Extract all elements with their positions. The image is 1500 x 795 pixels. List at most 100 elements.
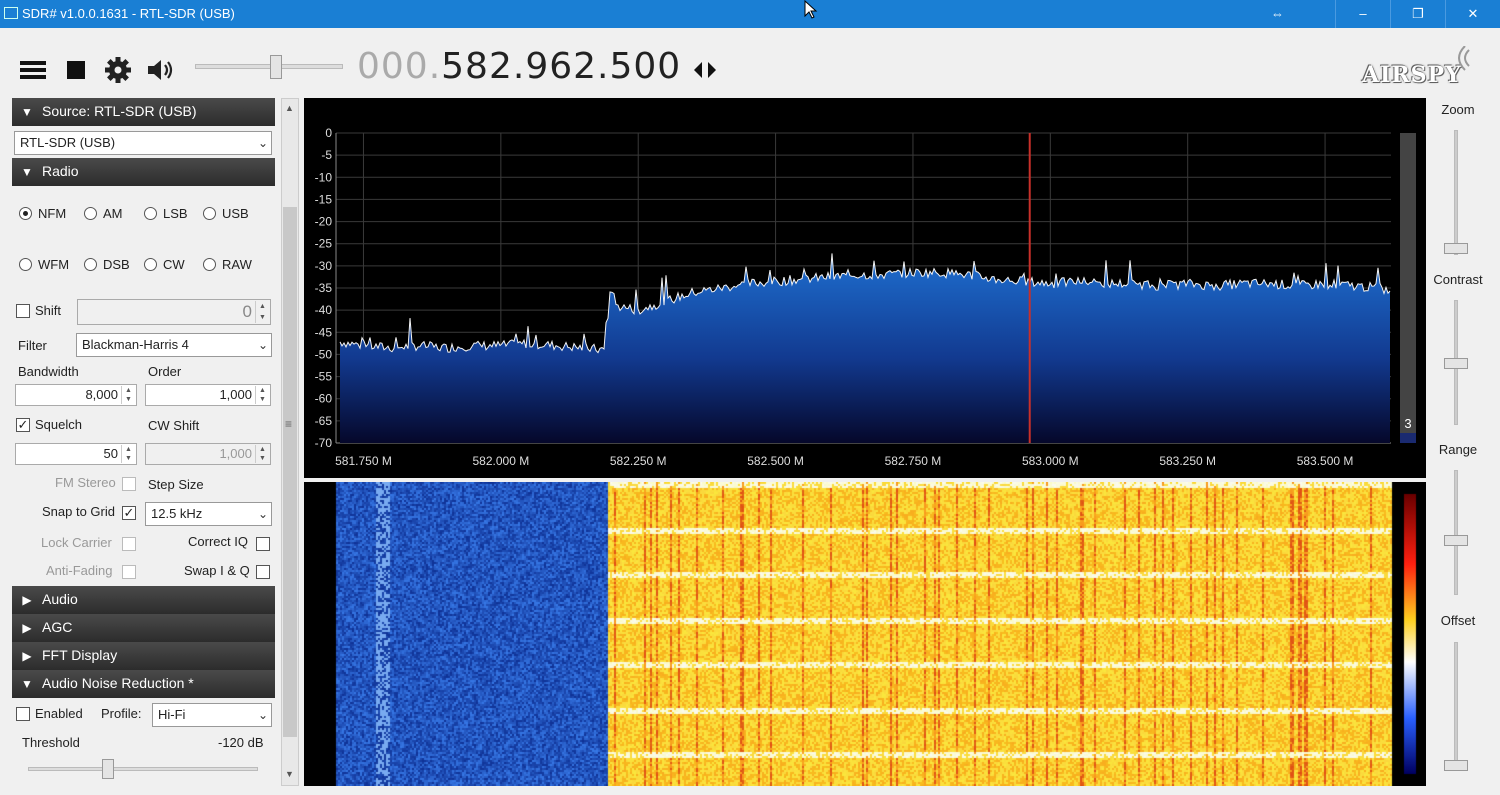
audio-section-header[interactable]: ▶ Audio	[12, 586, 275, 614]
step-size-select[interactable]: 12.5 kHz ⌄	[145, 502, 272, 526]
source-section-header[interactable]: ▼ Source: RTL-SDR (USB)	[12, 98, 275, 126]
noise-reduction-enabled-checkbox[interactable]	[16, 707, 30, 721]
threshold-slider-thumb[interactable]	[102, 759, 115, 779]
source-device-value: RTL-SDR (USB)	[20, 135, 116, 150]
range-slider[interactable]	[1454, 470, 1458, 595]
y-tick-label: -60	[315, 392, 333, 406]
panel-scrollbar[interactable]: ▲ ▼	[281, 98, 299, 786]
hamburger-icon[interactable]	[18, 56, 48, 84]
mode-radio-cw[interactable]	[144, 258, 157, 271]
mode-label-dsb: DSB	[103, 257, 130, 272]
maximize-button[interactable]: ❐	[1390, 0, 1445, 28]
frequency-value: 582.962.500	[441, 46, 682, 87]
threshold-slider[interactable]	[28, 767, 258, 771]
squelch-checkbox[interactable]: ✓	[16, 418, 30, 432]
filter-select[interactable]: Blackman-Harris 4 ⌄	[76, 333, 272, 357]
radio-header-label: Radio	[42, 163, 79, 179]
chevron-down-icon: ⌄	[257, 338, 268, 352]
order-input[interactable]: 1,000 ▲ ▼	[145, 384, 271, 406]
mode-radio-wfm[interactable]	[19, 258, 32, 271]
order-label: Order	[148, 364, 182, 379]
x-tick-label: 583.250 M	[1159, 454, 1216, 468]
gear-icon[interactable]	[103, 56, 133, 84]
app-icon	[4, 7, 18, 19]
agc-section-header[interactable]: ▶ AGC	[12, 614, 275, 642]
level-bar-fill	[1400, 433, 1416, 443]
profile-select[interactable]: Hi-Fi ⌄	[152, 703, 272, 727]
bandwidth-label: Bandwidth	[18, 364, 79, 379]
snap-to-grid-checkbox[interactable]: ✓	[122, 506, 136, 520]
squelch-spinner[interactable]: ▲ ▼	[121, 445, 135, 463]
offset-slider-thumb[interactable]	[1444, 760, 1468, 771]
offset-slider[interactable]	[1454, 642, 1458, 767]
anti-fading-checkbox[interactable]	[122, 565, 136, 579]
zoom-slider-thumb[interactable]	[1444, 243, 1468, 254]
y-tick-label: -30	[315, 259, 333, 273]
resize-icon[interactable]: ⇔	[1250, 0, 1305, 28]
speaker-icon[interactable]	[145, 56, 175, 84]
spectrum-chart: 0 -5 -10 -15 -20 -25 -30 -35 -40 -45 -50 -55 -60 -65 -…	[315, 126, 1416, 468]
spectrum-fill	[340, 253, 1390, 443]
fft-display-section-header[interactable]: ▶ FFT Display	[12, 642, 275, 670]
y-tick-label: -70	[315, 436, 333, 450]
cw-shift-value: 1,000	[219, 446, 252, 461]
agc-header-label: AGC	[42, 619, 73, 635]
arrows-left-right-icon[interactable]	[690, 56, 720, 84]
noise-reduction-header-label: Audio Noise Reduction *	[42, 675, 194, 691]
close-button[interactable]: ✕	[1445, 0, 1500, 28]
mode-radio-am[interactable]	[84, 207, 97, 220]
mode-radio-usb[interactable]	[203, 207, 216, 220]
splitter-grip-icon[interactable]: ≡	[285, 417, 292, 431]
volume-slider-thumb[interactable]	[269, 55, 282, 79]
scroll-up-icon[interactable]: ▲	[285, 103, 294, 113]
swap-iq-checkbox[interactable]	[256, 565, 270, 579]
scroll-down-icon[interactable]: ▼	[285, 769, 294, 779]
mode-radio-raw[interactable]	[203, 258, 216, 271]
radio-section-header[interactable]: ▼ Radio	[12, 158, 275, 186]
y-tick-label: -10	[315, 170, 333, 184]
chevron-down-icon: ⌄	[257, 507, 268, 521]
window-title: SDR# v1.0.0.1631 - RTL-SDR (USB)	[22, 6, 235, 21]
lock-carrier-label: Lock Carrier	[41, 535, 112, 550]
contrast-slider-thumb[interactable]	[1444, 358, 1468, 369]
fm-stereo-checkbox[interactable]	[122, 477, 136, 491]
bandwidth-input[interactable]: 8,000 ▲ ▼	[15, 384, 137, 406]
stop-icon[interactable]	[62, 56, 92, 84]
noise-reduction-section-header[interactable]: ▼ Audio Noise Reduction *	[12, 670, 275, 698]
correct-iq-label: Correct IQ	[188, 534, 248, 549]
cw-shift-spinner[interactable]: ▲ ▼	[255, 445, 269, 463]
source-device-select[interactable]: RTL-SDR (USB) ⌄	[14, 131, 272, 155]
fft-display-header-label: FFT Display	[42, 647, 118, 663]
lock-carrier-checkbox[interactable]	[122, 537, 136, 551]
shift-checkbox[interactable]	[16, 304, 30, 318]
x-tick-label: 583.000 M	[1022, 454, 1079, 468]
y-tick-label: -50	[315, 347, 333, 361]
y-tick-label: -35	[315, 281, 333, 295]
mode-radio-dsb[interactable]	[84, 258, 97, 271]
mode-label-am: AM	[103, 206, 123, 221]
zoom-slider[interactable]	[1454, 130, 1458, 255]
spectrum-analyzer[interactable]: 0 -5 -10 -15 -20 -25 -30 -35 -40 -45 -50 -55 -60 -65 -…	[304, 98, 1426, 478]
frequency-display[interactable]: 000.582.962.500	[357, 46, 681, 87]
squelch-input[interactable]: 50 ▲ ▼	[15, 443, 137, 465]
x-tick-label: 582.500 M	[747, 454, 804, 468]
signal-waves-icon	[1458, 46, 1470, 71]
range-slider-thumb[interactable]	[1444, 535, 1468, 546]
y-tick-label: -25	[315, 237, 333, 251]
scrollbar-thumb[interactable]	[283, 207, 297, 737]
chevron-down-icon: ⌄	[257, 136, 268, 150]
cw-shift-input[interactable]: 1,000 ▲ ▼	[145, 443, 271, 465]
shift-input[interactable]: 0 ▲ ▼	[77, 299, 271, 325]
shift-spinner[interactable]: ▲ ▼	[255, 301, 269, 323]
shift-value: 0	[242, 302, 252, 321]
y-tick-label: -65	[315, 414, 333, 428]
bandwidth-spinner[interactable]: ▲ ▼	[121, 386, 135, 404]
order-spinner[interactable]: ▲ ▼	[255, 386, 269, 404]
minimize-button[interactable]: ‒	[1335, 0, 1390, 28]
mode-radio-nfm[interactable]	[19, 207, 32, 220]
mode-radio-lsb[interactable]	[144, 207, 157, 220]
correct-iq-checkbox[interactable]	[256, 537, 270, 551]
waterfall-display[interactable]	[304, 482, 1426, 786]
mode-label-wfm: WFM	[38, 257, 70, 272]
x-tick-label: 583.500 M	[1297, 454, 1354, 468]
